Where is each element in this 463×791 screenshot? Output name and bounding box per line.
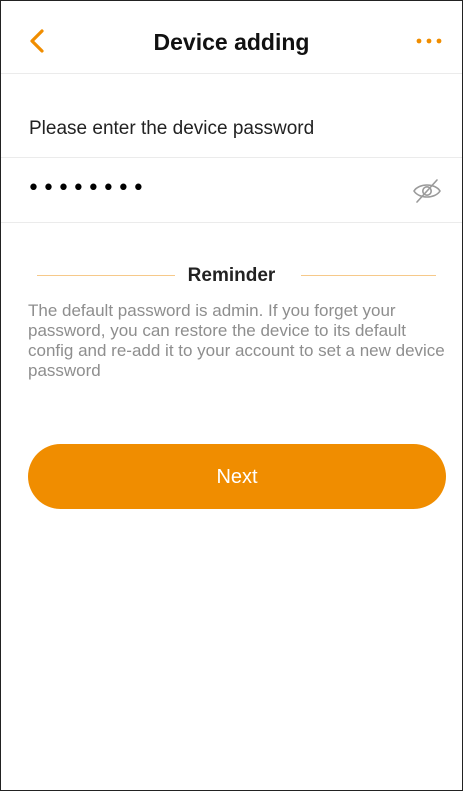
password-input[interactable] bbox=[27, 168, 387, 208]
screen: Device adding Please enter the device pa… bbox=[0, 0, 463, 791]
divider bbox=[1, 222, 462, 223]
eye-off-icon bbox=[413, 179, 441, 203]
page-title: Device adding bbox=[153, 29, 310, 55]
reminder-heading: Reminder bbox=[1, 263, 462, 289]
reminder-line-right bbox=[301, 275, 436, 276]
reminder-text: The default password is admin. If you fo… bbox=[28, 301, 445, 380]
more-dots-icon bbox=[416, 38, 442, 44]
nav-bar: Device adding bbox=[1, 1, 462, 74]
toggle-visibility-button[interactable] bbox=[412, 178, 442, 204]
password-row bbox=[1, 158, 462, 222]
password-prompt: Please enter the device password bbox=[29, 118, 315, 139]
more-button[interactable] bbox=[414, 31, 444, 51]
next-button[interactable]: Next bbox=[28, 444, 446, 509]
reminder-title: Reminder bbox=[187, 265, 276, 286]
